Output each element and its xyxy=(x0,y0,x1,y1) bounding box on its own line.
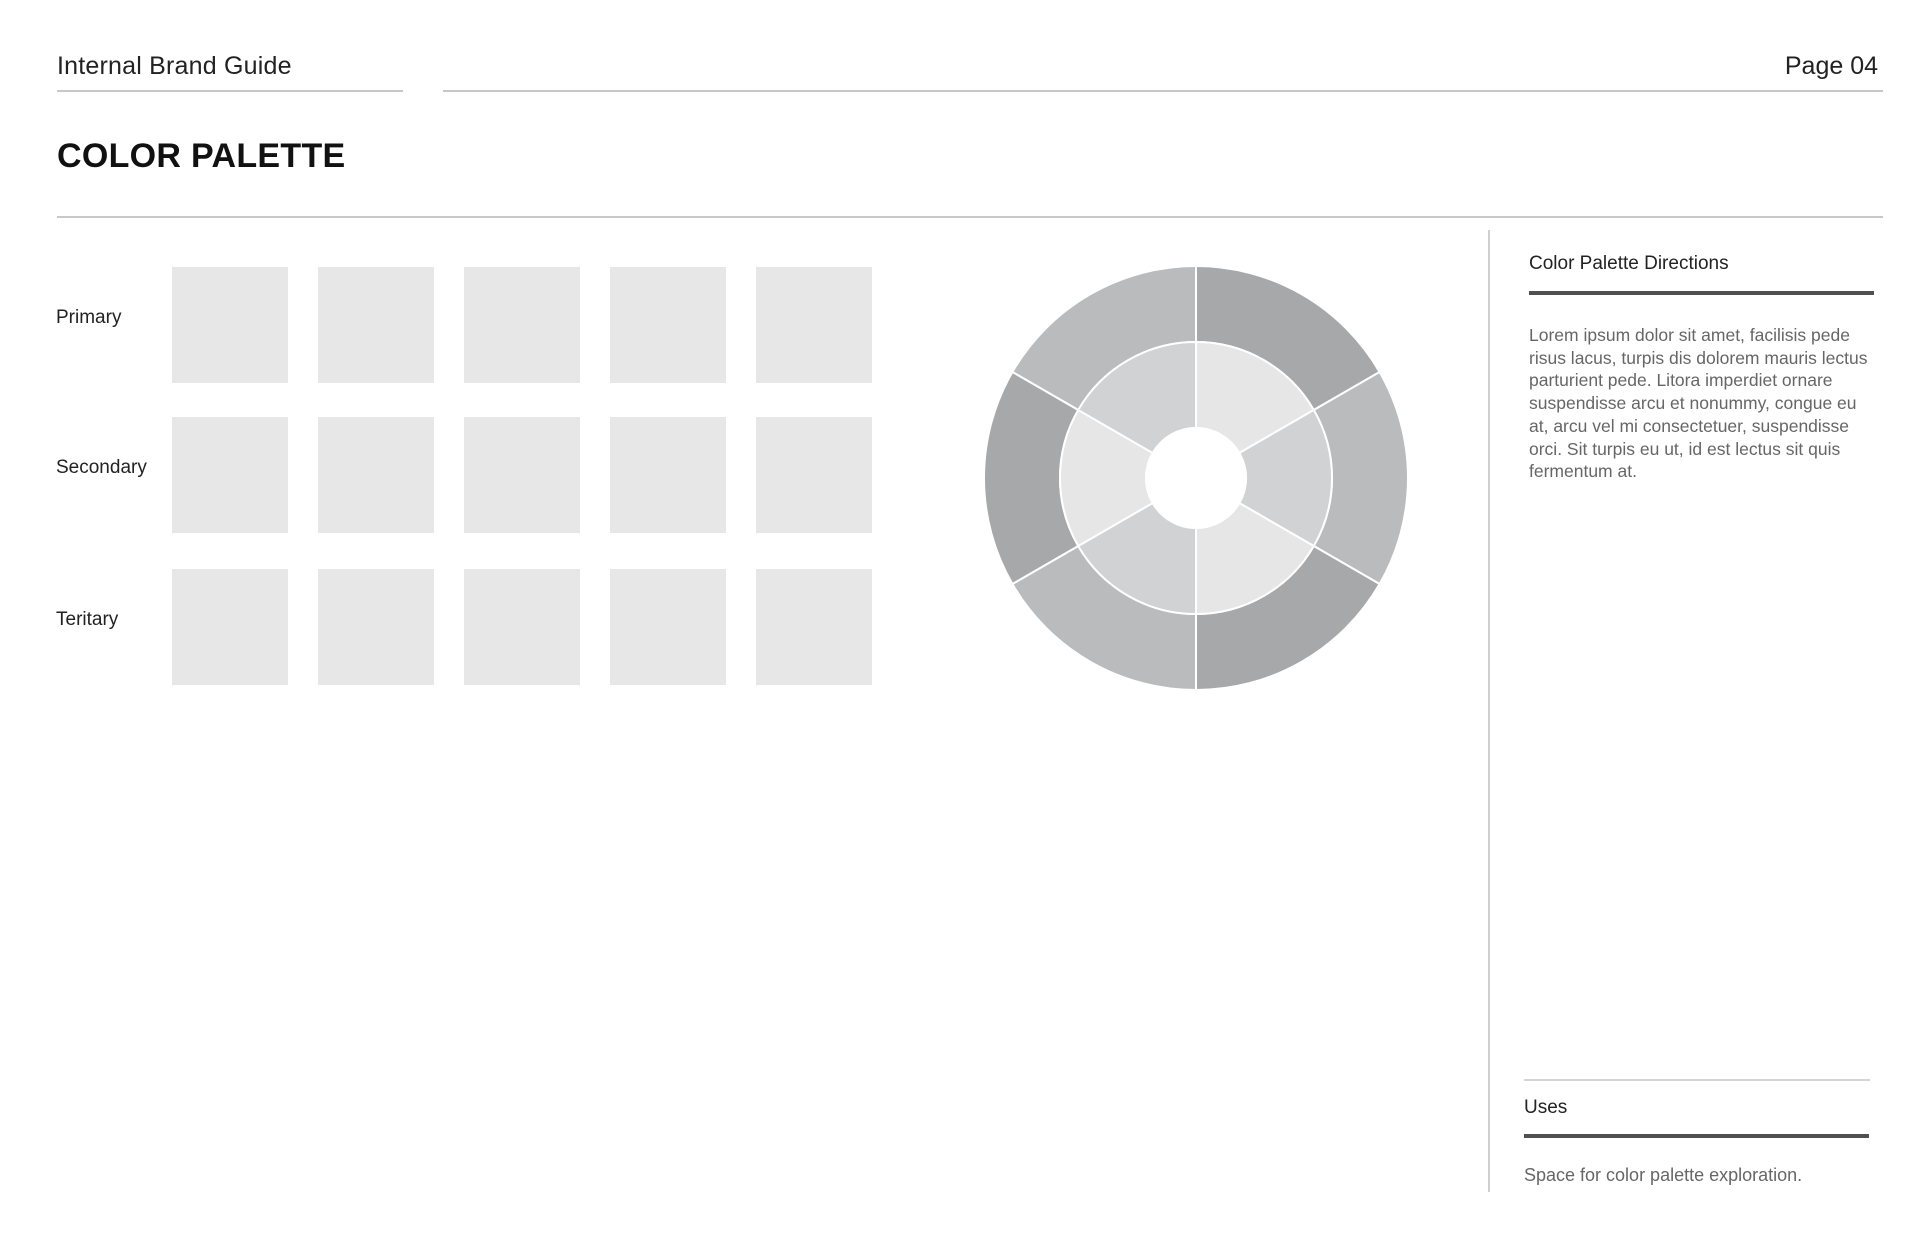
swatch-secondary-5 xyxy=(756,417,872,533)
uses-body: Space for color palette exploration. xyxy=(1524,1165,1803,1185)
swatch-tertiary-3 xyxy=(464,569,580,685)
swatch-tertiary-2 xyxy=(318,569,434,685)
swatch-tertiary-5 xyxy=(756,569,872,685)
directions-underline xyxy=(1529,291,1874,295)
row-label-primary: Primary xyxy=(56,307,122,328)
header-rule-left xyxy=(57,90,403,92)
swatch-primary-2 xyxy=(318,267,434,383)
swatch-tertiary-1 xyxy=(172,569,288,685)
swatch-primary-3 xyxy=(464,267,580,383)
page-title: COLOR PALETTE xyxy=(57,137,346,175)
swatch-secondary-2 xyxy=(318,417,434,533)
uses-title: Uses xyxy=(1524,1097,1568,1118)
swatch-tertiary-4 xyxy=(610,569,726,685)
swatch-primary-5 xyxy=(756,267,872,383)
swatch-secondary-1 xyxy=(172,417,288,533)
page-number: Page 04 xyxy=(1784,52,1878,80)
swatch-primary-1 xyxy=(172,267,288,383)
row-label-tertiary: Teritary xyxy=(56,609,119,630)
color-wheel-center xyxy=(1145,427,1247,529)
swatch-primary-4 xyxy=(610,267,726,383)
swatch-secondary-3 xyxy=(464,417,580,533)
header-title: Internal Brand Guide xyxy=(57,52,292,80)
color-wheel xyxy=(983,264,1409,692)
directions-body: Lorem ipsum dolor sit amet, facilisis pe… xyxy=(1529,325,1868,482)
title-divider xyxy=(57,216,1883,218)
header-rule-right xyxy=(443,90,1883,92)
swatch-secondary-4 xyxy=(610,417,726,533)
row-label-secondary: Secondary xyxy=(56,457,147,478)
uses-underline xyxy=(1524,1134,1869,1138)
uses-top-rule xyxy=(1524,1079,1870,1081)
directions-title: Color Palette Directions xyxy=(1529,253,1729,274)
sidebar-divider xyxy=(1488,230,1490,1192)
